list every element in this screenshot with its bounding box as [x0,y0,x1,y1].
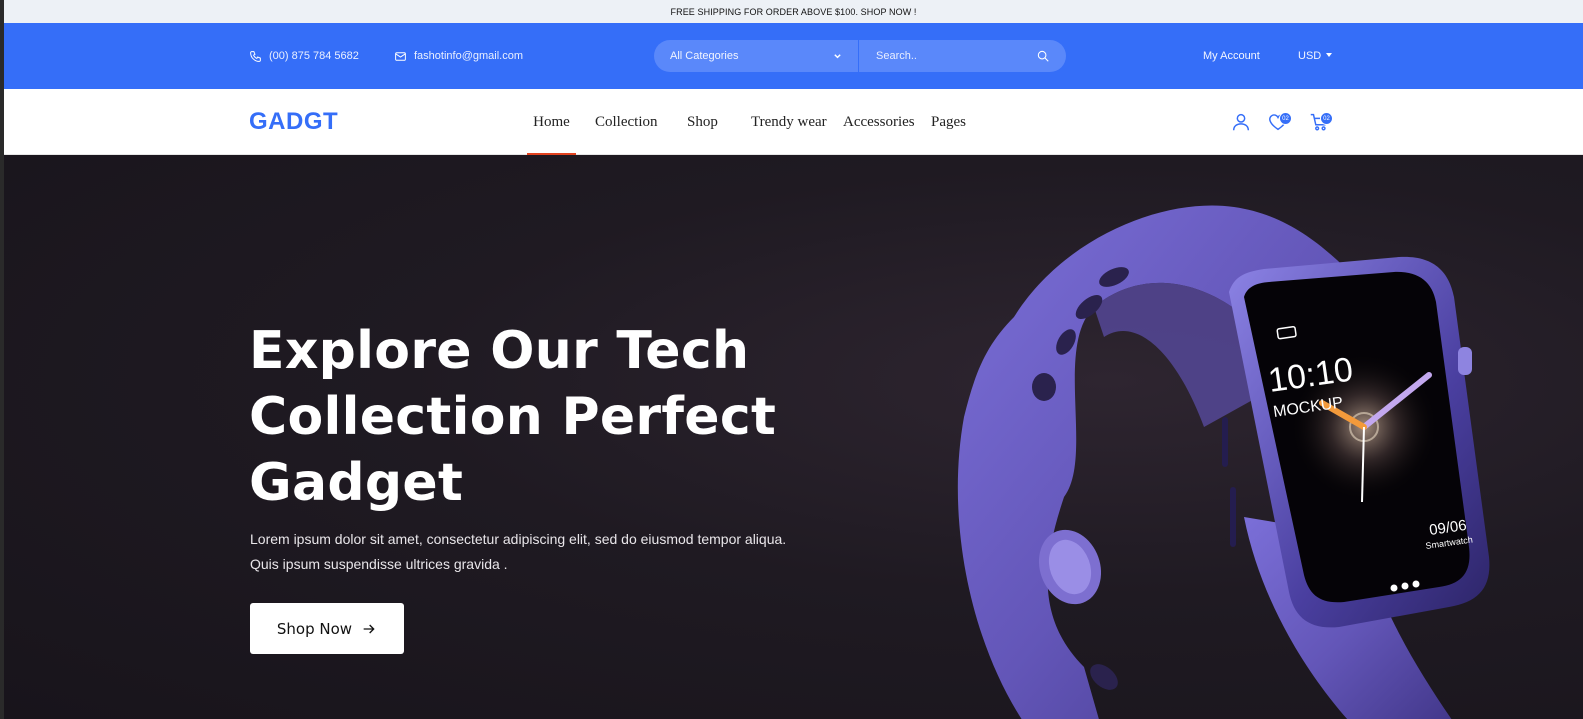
chevron-down-icon [834,53,841,58]
arrow-right-icon [363,624,375,633]
caret-down-icon [1326,53,1333,57]
logo[interactable]: GADGT [249,89,338,155]
search-input[interactable] [876,50,1026,62]
nav-item-pages[interactable]: Pages [931,89,966,155]
wishlist-count-badge: 02 [1279,112,1292,125]
email-contact[interactable]: fashotinfo@gmail.com [394,23,523,89]
cart-count-badge: 02 [1320,112,1333,125]
mail-icon [395,51,406,61]
phone-number: (00) 875 784 5682 [269,50,359,62]
announcement-text: FREE SHIPPING FOR ORDER ABOVE $100. SHOP… [670,6,917,17]
nav-item-trendy-wear[interactable]: Trendy wear [751,89,827,155]
currency-value: USD [1298,50,1322,62]
nav-item-collection[interactable]: Collection [595,89,658,155]
hero-banner: Explore Our Tech Collection Perfect Gadg… [4,155,1583,719]
page: FREE SHIPPING FOR ORDER ABOVE $100. SHOP… [4,0,1583,719]
shop-now-button[interactable]: Shop Now [250,603,404,654]
nav-item-label: Collection [595,113,658,130]
category-select-value: All Categories [670,50,739,62]
announcement-bar: FREE SHIPPING FOR ORDER ABOVE $100. SHOP… [4,0,1583,23]
my-account-label: My Account [1203,50,1260,62]
hero-title: Explore Our Tech Collection Perfect Gadg… [249,321,777,513]
search-field [859,40,1066,72]
my-account-link[interactable]: My Account [1203,23,1260,89]
nav-item-label: Home [533,113,570,130]
top-bar: (00) 875 784 5682 fashotinfo@gmail.com A… [4,23,1583,89]
search-bar: All Categories [654,40,1066,72]
nav-item-home[interactable]: Home [527,89,576,155]
email-address: fashotinfo@gmail.com [414,50,523,62]
nav-item-label: Pages [931,113,966,130]
user-icon [1232,113,1250,131]
nav-item-shop[interactable]: Shop [687,89,718,155]
nav-item-label: Shop [687,113,718,130]
search-icon[interactable] [1036,49,1050,63]
phone-icon [250,50,261,62]
account-button[interactable] [1230,89,1252,155]
shop-now-label: Shop Now [276,619,353,638]
hero-description: Lorem ipsum dolor sit amet, consectetur … [250,531,787,572]
currency-select[interactable]: USD [1298,23,1333,89]
main-navbar: GADGT Home Collection Shop Trendy wear A… [4,89,1583,155]
phone-contact[interactable]: (00) 875 784 5682 [249,23,359,89]
nav-item-label: Trendy wear [751,113,827,130]
nav-item-accessories[interactable]: Accessories [843,89,915,155]
category-select[interactable]: All Categories [654,40,859,72]
nav-item-label: Accessories [843,113,915,130]
smartwatch-image: 10:10 MOCKUP 09/06 Smartwatch [957,205,1490,719]
